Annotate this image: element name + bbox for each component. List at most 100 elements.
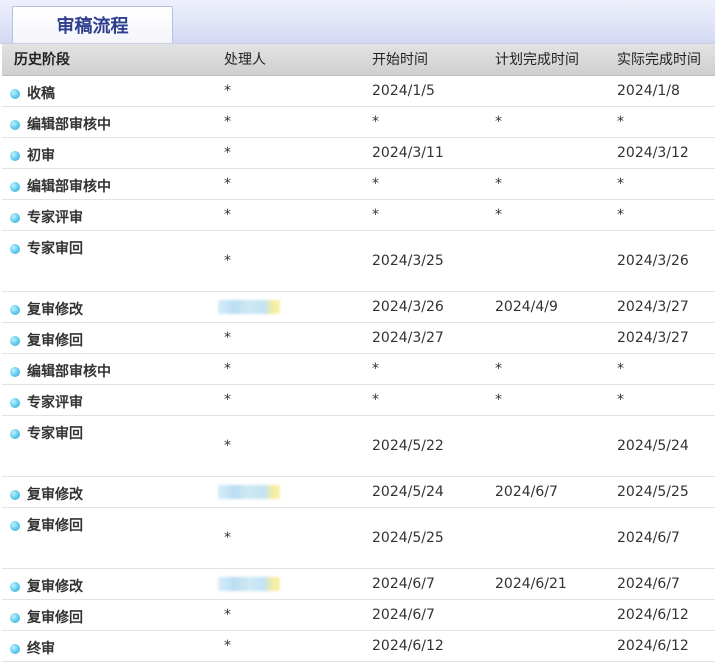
tab-label: 审稿流程 [56, 16, 129, 37]
stage-label: 专家审回 [27, 240, 83, 257]
cell-actual-time: * [607, 106, 715, 138]
cell-actual-time: * [607, 168, 715, 200]
cell-stage: 收稿 [2, 75, 214, 107]
table-row: 专家审回 * 2024/5/22 2024/5/24 [2, 415, 715, 477]
cell-handler [214, 568, 362, 600]
cell-stage: 终审 [2, 630, 214, 662]
cell-start-time: * [362, 168, 485, 200]
table-row: 专家审回 * 2024/3/25 2024/3/26 [2, 230, 715, 292]
cell-start-time: 2024/5/24 [362, 476, 485, 508]
cell-stage: 编辑部审核中 [2, 168, 214, 200]
cell-planned-time: * [485, 353, 607, 385]
status-bullet-icon [10, 212, 20, 223]
stage-label: 复审修回 [27, 332, 83, 349]
cell-stage: 复审修回 [2, 322, 214, 354]
cell-stage: 编辑部审核中 [2, 106, 214, 138]
cell-planned-time: 2024/6/21 [485, 568, 607, 600]
cell-handler: * [214, 507, 362, 569]
cell-start-time: 2024/3/27 [362, 322, 485, 354]
table-row: 专家评审 * * * * [2, 199, 715, 231]
cell-handler: * [214, 322, 362, 354]
cell-stage: 编辑部审核中 [2, 353, 214, 385]
cell-actual-time: 2024/5/25 [607, 476, 715, 508]
cell-handler: * [214, 230, 362, 292]
stage-label: 复审修改 [27, 301, 83, 318]
status-bullet-icon [10, 181, 20, 192]
tab-review-process[interactable]: 审稿流程 [12, 6, 173, 43]
cell-actual-time: 2024/3/26 [607, 230, 715, 292]
cell-handler: * [214, 75, 362, 107]
stage-label: 编辑部审核中 [27, 178, 111, 195]
cell-planned-time [485, 137, 607, 169]
review-history-table: 历史阶段 处理人 开始时间 计划完成时间 实际完成时间 收稿 * 2024/1/5 2… [2, 44, 715, 662]
stage-label: 收稿 [27, 85, 55, 102]
cell-stage: 专家审回 [2, 415, 214, 477]
cell-start-time: 2024/5/25 [362, 507, 485, 569]
table-row: 复审修回 * 2024/6/7 2024/6/12 [2, 599, 715, 631]
cell-planned-time: * [485, 106, 607, 138]
status-bullet-icon [10, 150, 20, 161]
cell-start-time: * [362, 353, 485, 385]
cell-planned-time [485, 599, 607, 631]
cell-actual-time: 2024/5/24 [607, 415, 715, 477]
status-bullet-icon [10, 397, 20, 408]
cell-stage: 专家评审 [2, 199, 214, 231]
status-bullet-icon [10, 643, 20, 654]
cell-planned-time: * [485, 168, 607, 200]
table-row: 终审 * 2024/6/12 2024/6/12 [2, 630, 715, 662]
table-row: 复审修改 2024/3/26 2024/4/9 2024/3/27 [2, 291, 715, 323]
cell-handler [214, 291, 362, 323]
table-row: 复审修改 2024/5/24 2024/6/7 2024/5/25 [2, 476, 715, 508]
cell-handler: * [214, 168, 362, 200]
cell-stage: 复审修回 [2, 599, 214, 631]
cell-planned-time: 2024/4/9 [485, 291, 607, 323]
status-bullet-icon [10, 366, 20, 377]
stage-label: 终审 [27, 640, 55, 657]
cell-start-time: 2024/3/25 [362, 230, 485, 292]
cell-planned-time [485, 230, 607, 292]
status-bullet-icon [10, 88, 20, 99]
cell-handler: * [214, 353, 362, 385]
status-bullet-icon [10, 612, 20, 623]
status-bullet-icon [10, 335, 20, 346]
col-header-stage: 历史阶段 [2, 44, 214, 76]
status-bullet-icon [10, 520, 20, 531]
cell-handler: * [214, 199, 362, 231]
table-header-row: 历史阶段 处理人 开始时间 计划完成时间 实际完成时间 [2, 44, 715, 76]
cell-planned-time [485, 415, 607, 477]
status-bullet-icon [10, 119, 20, 130]
redacted-handler-name [218, 299, 280, 314]
cell-actual-time: * [607, 199, 715, 231]
status-bullet-icon [10, 581, 20, 592]
cell-start-time: 2024/5/22 [362, 415, 485, 477]
cell-start-time: 2024/1/5 [362, 75, 485, 107]
stage-label: 编辑部审核中 [27, 363, 111, 380]
col-header-planned: 计划完成时间 [485, 44, 607, 76]
cell-actual-time: * [607, 353, 715, 385]
cell-handler: * [214, 630, 362, 662]
stage-label: 编辑部审核中 [27, 116, 111, 133]
cell-actual-time: 2024/3/27 [607, 291, 715, 323]
status-bullet-icon [10, 243, 20, 254]
cell-actual-time: * [607, 384, 715, 416]
cell-planned-time [485, 507, 607, 569]
status-bullet-icon [10, 428, 20, 439]
cell-stage: 专家审回 [2, 230, 214, 292]
cell-start-time: * [362, 199, 485, 231]
cell-stage: 初审 [2, 137, 214, 169]
cell-handler: * [214, 415, 362, 477]
stage-label: 专家评审 [27, 209, 83, 226]
cell-handler: * [214, 137, 362, 169]
cell-stage: 专家评审 [2, 384, 214, 416]
cell-actual-time: 2024/3/12 [607, 137, 715, 169]
cell-start-time: 2024/3/11 [362, 137, 485, 169]
cell-start-time: 2024/6/12 [362, 630, 485, 662]
stage-label: 专家审回 [27, 425, 83, 442]
cell-actual-time: 2024/1/8 [607, 75, 715, 107]
cell-planned-time: * [485, 384, 607, 416]
cell-stage: 复审修改 [2, 476, 214, 508]
status-bullet-icon [10, 304, 20, 315]
cell-actual-time: 2024/6/7 [607, 568, 715, 600]
cell-start-time: 2024/6/7 [362, 599, 485, 631]
table-row: 专家评审 * * * * [2, 384, 715, 416]
